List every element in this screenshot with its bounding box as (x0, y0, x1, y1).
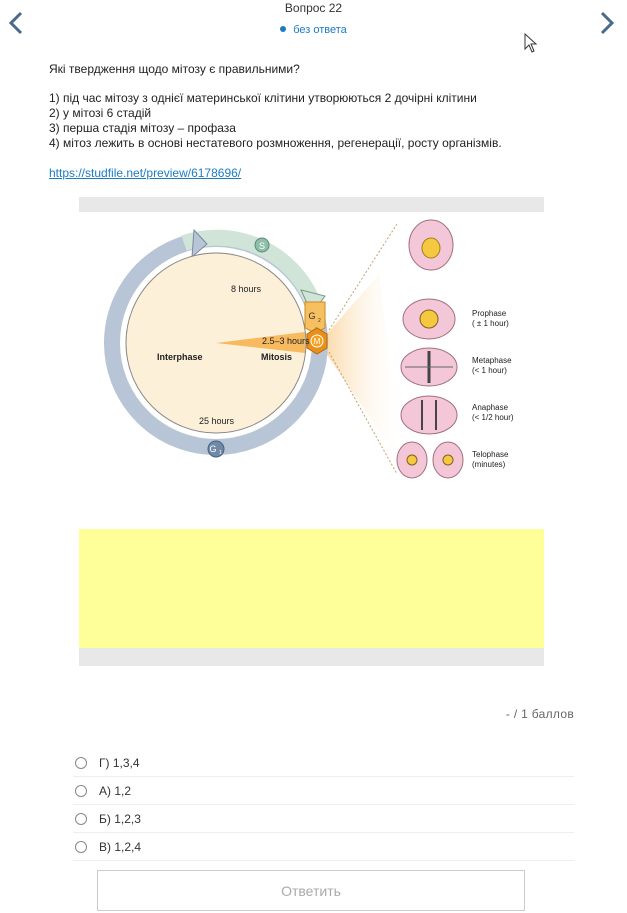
submit-answer-button[interactable]: Ответить (97, 870, 525, 911)
statement-list: 1) під час мітозу з однієї материнської … (49, 91, 589, 151)
score-unit: баллов (531, 707, 574, 721)
hours-label: 8 hours (231, 284, 262, 294)
prophase-cell-illustration (402, 298, 456, 340)
statement: 3) перша стадія мітозу – профаза (49, 121, 236, 135)
radio-button-icon[interactable] (75, 841, 87, 853)
statement: 1) під час мітозу з однієї материнської … (49, 91, 477, 105)
answer-option[interactable]: Б) 1,2,3 (73, 806, 574, 833)
question-number: Вопрос 22 (284, 1, 343, 15)
hours-label: 2.5–3 hours (262, 336, 310, 346)
answer-option[interactable]: А) 1,2 (73, 778, 574, 805)
option-label: В) 1,2,4 (99, 840, 142, 854)
mitosis-cone (319, 274, 404, 467)
statement: 4) мітоз лежить в основі нестатевого роз… (49, 136, 502, 150)
m-phase-label: M (314, 337, 321, 346)
answer-option[interactable]: В) 1,2,4 (73, 834, 574, 861)
phase-duration: (< 1 hour) (472, 366, 507, 375)
option-label: Б) 1,2,3 (99, 812, 141, 826)
score-value: - (505, 707, 511, 721)
score-display: - / 1 баллов (506, 707, 574, 721)
answer-options: Г) 1,3,4 А) 1,2 Б) 1,2,3 В) 1,2,4 (73, 750, 574, 862)
phase-duration: ( ± 1 hour) (472, 319, 509, 328)
hours-label: 25 hours (199, 416, 235, 426)
answer-option[interactable]: Г) 1,3,4 (73, 750, 574, 777)
score-max: 1 (521, 707, 529, 721)
question-header: Вопрос 22 без ответа (0, 0, 627, 36)
statement: 2) у мітозі 6 стадій (49, 106, 152, 120)
radio-button-icon[interactable] (75, 813, 87, 825)
mitosis-label: Mitosis (261, 352, 292, 362)
phase-name: Prophase (472, 309, 507, 318)
option-label: А) 1,2 (99, 784, 132, 798)
interphase-label: Interphase (157, 352, 203, 362)
phase-duration: (minutes) (472, 460, 506, 469)
metaphase-cell-illustration (400, 347, 458, 387)
radio-button-icon[interactable] (75, 757, 87, 769)
cell-cycle-diagram: S G 1 G 2 + M 8 hours Interphase 2.5–3 h… (79, 212, 544, 529)
score-separator: / (513, 707, 518, 721)
radio-button-icon[interactable] (75, 785, 87, 797)
g1-phase-subscript: 1 (219, 450, 222, 456)
question-text: Які твердження щодо мітозу є правильними… (49, 62, 300, 76)
answer-status-text: без ответа (293, 24, 347, 36)
mouse-cursor-icon (524, 33, 538, 53)
anaphase-cell-illustration (400, 395, 458, 435)
g2-phase-label: G (308, 311, 315, 321)
status-dot-icon (280, 26, 287, 32)
interphase-cell-illustration (408, 219, 454, 271)
cell-cycle-figure: S G 1 G 2 + M 8 hours Interphase 2.5–3 h… (79, 197, 544, 666)
g2-phase-subscript: 2 (318, 318, 321, 324)
g1-phase-label: G (209, 444, 216, 454)
highlight-area (79, 529, 544, 648)
phase-name: Metaphase (472, 356, 512, 365)
phase-name: Telophase (472, 450, 509, 459)
phase-duration: (< 1/2 hour) (472, 413, 514, 422)
telophase-cell-illustration (396, 441, 464, 479)
question-body: Які твердження щодо мітозу є правильними… (49, 62, 589, 181)
phase-name: Anaphase (472, 403, 509, 412)
s-phase-label: S (259, 241, 265, 251)
source-link[interactable]: https://studfile.net/preview/6178696/ (49, 166, 241, 181)
option-label: Г) 1,3,4 (99, 756, 140, 770)
